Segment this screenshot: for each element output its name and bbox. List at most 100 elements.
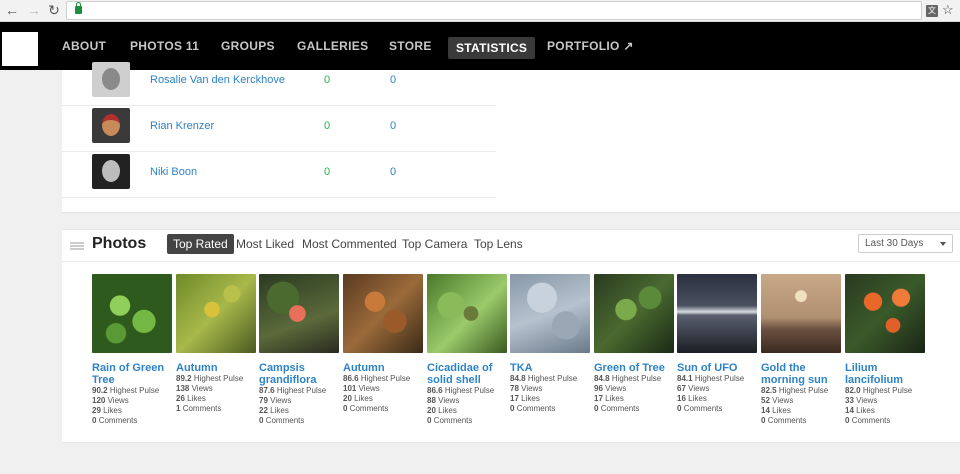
person-name[interactable]: Rian Krenzer	[150, 120, 214, 132]
photo-card[interactable]: Green of Tree 84.8 Highest Pulse 96 View…	[594, 274, 674, 414]
nav-about[interactable]: ABOUT	[62, 39, 106, 59]
photos-header: Photos Top Rated Most Liked Most Comment…	[62, 230, 960, 262]
person-name[interactable]: Niki Boon	[150, 166, 197, 178]
photo-comments: 0 Comments	[427, 416, 473, 425]
forward-arrow-icon[interactable]: →	[26, 2, 42, 18]
avatar[interactable]	[92, 154, 130, 189]
photo-pulse: 90.2 Highest Pulse	[92, 386, 160, 395]
photo-comments: 0 Comments	[92, 416, 138, 425]
photo-card[interactable]: Autumn 89.2 Highest Pulse 138 Views 26 L…	[176, 274, 256, 414]
photo-title[interactable]: Cicadidae of solid shell	[427, 362, 507, 386]
tab-top-rated[interactable]: Top Rated	[167, 234, 234, 254]
photo-thumbnail[interactable]	[845, 274, 925, 353]
photo-likes: 16 Likes	[677, 394, 707, 403]
photo-comments: 0 Comments	[259, 416, 305, 425]
photo-comments: 0 Comments	[761, 416, 807, 425]
photo-title[interactable]: Campsis grandiflora	[259, 362, 339, 386]
photo-pulse: 84.8 Highest Pulse	[594, 374, 662, 383]
reload-icon[interactable]: ↻	[46, 2, 62, 18]
photo-card[interactable]: TKA 84.8 Highest Pulse 78 Views 17 Likes…	[510, 274, 590, 414]
photo-title[interactable]: Autumn	[176, 362, 256, 374]
list-item: Rosalie Van den Kerckhove 0 0	[62, 60, 496, 106]
photo-views: 88 Views	[427, 396, 460, 405]
photo-title[interactable]: Sun of UFO	[677, 362, 757, 374]
photo-likes: 14 Likes	[845, 406, 875, 415]
nav-photos[interactable]: PHOTOS 11	[130, 39, 199, 59]
photo-views: 96 Views	[594, 384, 627, 393]
back-arrow-icon[interactable]: ←	[4, 2, 20, 18]
tab-most-liked[interactable]: Most Liked	[230, 234, 300, 254]
photo-thumbnail[interactable]	[176, 274, 256, 353]
nav-galleries[interactable]: GALLERIES	[297, 39, 368, 59]
photo-likes: 17 Likes	[594, 394, 624, 403]
photo-thumbnail[interactable]	[677, 274, 757, 353]
person-stat-2: 0	[390, 120, 397, 132]
photo-views: 79 Views	[259, 396, 292, 405]
nav-store[interactable]: STORE	[389, 39, 432, 59]
photo-views: 67 Views	[677, 384, 710, 393]
photo-title[interactable]: Lilium lancifolium	[845, 362, 925, 386]
photo-title[interactable]: Autumn	[343, 362, 423, 374]
avatar[interactable]	[92, 108, 130, 143]
photo-views: 138 Views	[176, 384, 213, 393]
photo-comments: 0 Comments	[677, 404, 723, 413]
photos-panel: Photos Top Rated Most Liked Most Comment…	[62, 229, 960, 443]
avatar[interactable]	[92, 62, 130, 97]
translate-icon[interactable]: 文	[926, 5, 938, 17]
photo-card[interactable]: Rain of Green Tree 90.2 Highest Pulse 12…	[92, 274, 172, 426]
photo-views: 101 Views	[343, 384, 380, 393]
photo-title[interactable]: Rain of Green Tree	[92, 362, 172, 386]
tab-most-commented[interactable]: Most Commented	[296, 234, 403, 254]
photo-comments: 1 Comments	[176, 404, 222, 413]
photo-comments: 0 Comments	[594, 404, 640, 413]
photo-thumbnail[interactable]	[92, 274, 172, 353]
photo-pulse: 87.6 Highest Pulse	[259, 386, 327, 395]
photo-pulse: 84.8 Highest Pulse	[510, 374, 578, 383]
photo-card[interactable]: Lilium lancifolium 82.0 Highest Pulse 33…	[845, 274, 925, 426]
photo-card[interactable]: Campsis grandiflora 87.6 Highest Pulse 7…	[259, 274, 339, 426]
photo-thumbnail[interactable]	[427, 274, 507, 353]
photo-card[interactable]: Autumn 86.6 Highest Pulse 101 Views 20 L…	[343, 274, 423, 414]
site-logo[interactable]	[2, 32, 38, 66]
tab-top-lens[interactable]: Top Lens	[468, 234, 529, 254]
nav-statistics[interactable]: STATISTICS	[448, 37, 536, 59]
photo-card[interactable]: Cicadidae of solid shell 86.6 Highest Pu…	[427, 274, 507, 426]
person-stat-1: 0	[324, 120, 331, 132]
photo-likes: 22 Likes	[259, 406, 289, 415]
photo-thumbnail[interactable]	[761, 274, 841, 353]
person-name[interactable]: Rosalie Van den Kerckhove	[150, 74, 285, 86]
photo-likes: 14 Likes	[761, 406, 791, 415]
browser-toolbar: ← → ↻ 文 ☆	[0, 0, 960, 22]
photo-pulse: 89.2 Highest Pulse	[176, 374, 244, 383]
photo-views: 78 Views	[510, 384, 543, 393]
photo-pulse: 82.5 Highest Pulse	[761, 386, 829, 395]
list-item: Niki Boon 0 0	[62, 152, 496, 198]
photo-title[interactable]: Green of Tree	[594, 362, 674, 374]
photo-title[interactable]: TKA	[510, 362, 590, 374]
nav-portfolio[interactable]: PORTFOLIO ↗	[547, 39, 634, 59]
nav-groups[interactable]: GROUPS	[221, 39, 275, 59]
photo-pulse: 82.0 Highest Pulse	[845, 386, 913, 395]
photo-thumbnail[interactable]	[259, 274, 339, 353]
photo-pulse: 86.6 Highest Pulse	[343, 374, 411, 383]
photo-thumbnail[interactable]	[343, 274, 423, 353]
photo-card[interactable]: Gold the morning sun 82.5 Highest Pulse …	[761, 274, 841, 426]
drag-handle-icon[interactable]	[70, 242, 84, 250]
photo-thumbnail[interactable]	[510, 274, 590, 353]
photo-views: 120 Views	[92, 396, 129, 405]
main-content: Rosalie Van den Kerckhove 0 0 Rian Krenz…	[62, 62, 960, 474]
photo-title[interactable]: Gold the morning sun	[761, 362, 841, 386]
people-list: Rosalie Van den Kerckhove 0 0 Rian Krenz…	[62, 62, 960, 213]
photo-comments: 0 Comments	[845, 416, 891, 425]
address-bar[interactable]	[66, 1, 922, 20]
photo-likes: 20 Likes	[427, 406, 457, 415]
star-icon[interactable]: ☆	[942, 2, 954, 18]
tab-top-camera[interactable]: Top Camera	[396, 234, 473, 254]
person-stat-2: 0	[390, 166, 397, 178]
photo-thumbnail[interactable]	[594, 274, 674, 353]
photo-views: 33 Views	[845, 396, 878, 405]
photo-card[interactable]: Sun of UFO 84.1 Highest Pulse 67 Views 1…	[677, 274, 757, 414]
date-range-select[interactable]: Last 30 Days	[858, 234, 953, 253]
photo-pulse: 86.6 Highest Pulse	[427, 386, 495, 395]
chevron-down-icon	[940, 242, 946, 246]
